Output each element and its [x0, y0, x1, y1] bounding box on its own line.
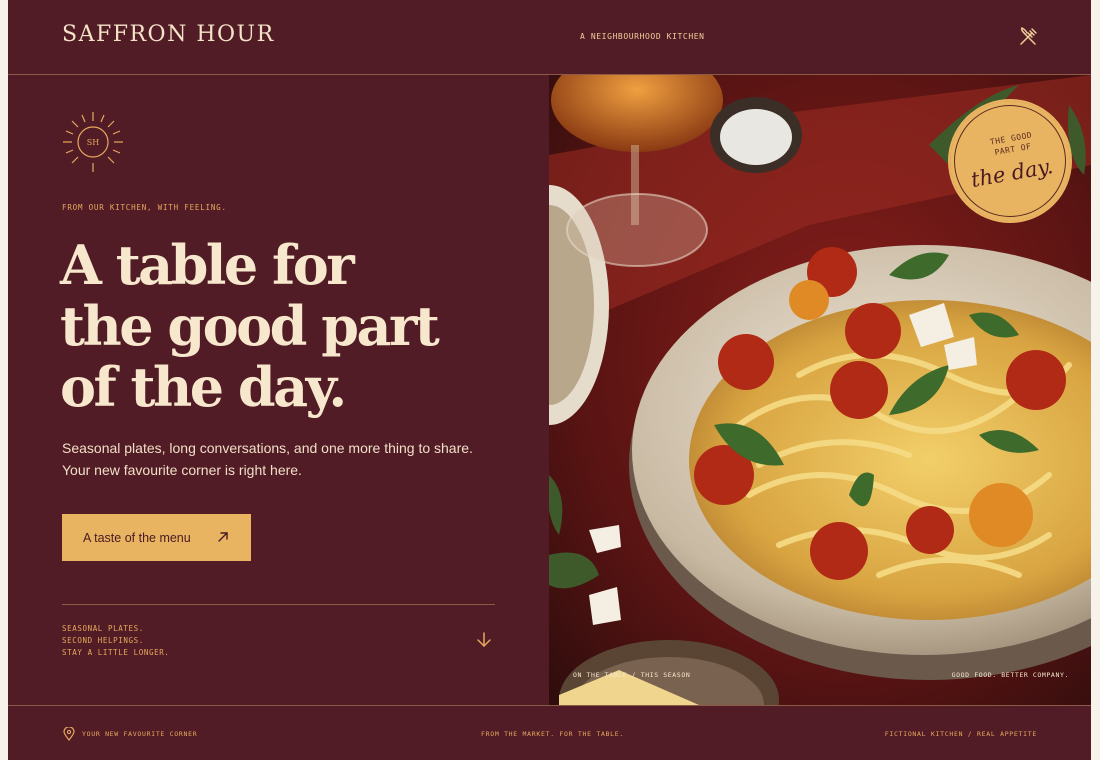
location-pin-icon: [63, 727, 75, 741]
note-line: STAY A LITTLE LONGER.: [62, 648, 170, 657]
good-part-badge: THE GOOD PART OF the day.: [948, 99, 1072, 223]
page-frame: SAFFRON HOUR A NEIGHBOURHOOD KITCHEN SH …: [8, 0, 1091, 760]
site-footer: YOUR NEW FAVOURITE CORNER FROM THE MARKE…: [8, 705, 1091, 760]
headline-line-1: A table for: [60, 233, 355, 297]
header-tagline: A NEIGHBOURHOOD KITCHEN: [580, 32, 705, 41]
hero-description: Seasonal plates, long conversations, and…: [62, 440, 473, 478]
cta-label: A taste of the menu: [83, 530, 191, 545]
arrow-up-right-icon: [218, 532, 228, 542]
hero-content: SH FROM OUR KITCHEN, WITH FEELING. A tab…: [8, 75, 549, 705]
photo-caption-left: ON THE TABLE / THIS SEASON: [573, 671, 691, 679]
brand-logo[interactable]: SAFFRON HOUR: [62, 22, 275, 47]
headline-line-2: the good part: [60, 294, 440, 358]
section-divider: [62, 604, 495, 605]
hero-eyebrow: FROM OUR KITCHEN, WITH FEELING.: [62, 203, 227, 212]
footer-location-text: YOUR NEW FAVOURITE CORNER: [82, 730, 198, 738]
note-line: SECOND HELPINGS.: [62, 636, 144, 645]
fork-knife-icon[interactable]: [1017, 26, 1039, 48]
hero-photo: THE GOOD PART OF the day. ON THE TABLE /…: [549, 75, 1091, 705]
photo-caption-right: GOOD FOOD. BETTER COMPANY.: [951, 671, 1069, 679]
sun-logo-icon: SH: [63, 112, 123, 172]
logo-initials: SH: [87, 138, 99, 147]
site-header: SAFFRON HOUR A NEIGHBOURHOOD KITCHEN: [8, 0, 1091, 75]
menu-cta-button[interactable]: A taste of the menu: [62, 514, 251, 561]
hero-notes: SEASONAL PLATES. SECOND HELPINGS. STAY A…: [62, 623, 169, 659]
note-line: SEASONAL PLATES.: [62, 624, 144, 633]
headline-line-3: of the day.: [60, 355, 347, 419]
hero-headline: A table for the good part of the day.: [60, 235, 520, 418]
footer-right-text: FICTIONAL KITCHEN / REAL APPETITE: [884, 730, 1037, 738]
arrow-down-icon[interactable]: [475, 631, 493, 649]
footer-middle-text: FROM THE MARKET. FOR THE TABLE.: [481, 730, 625, 738]
